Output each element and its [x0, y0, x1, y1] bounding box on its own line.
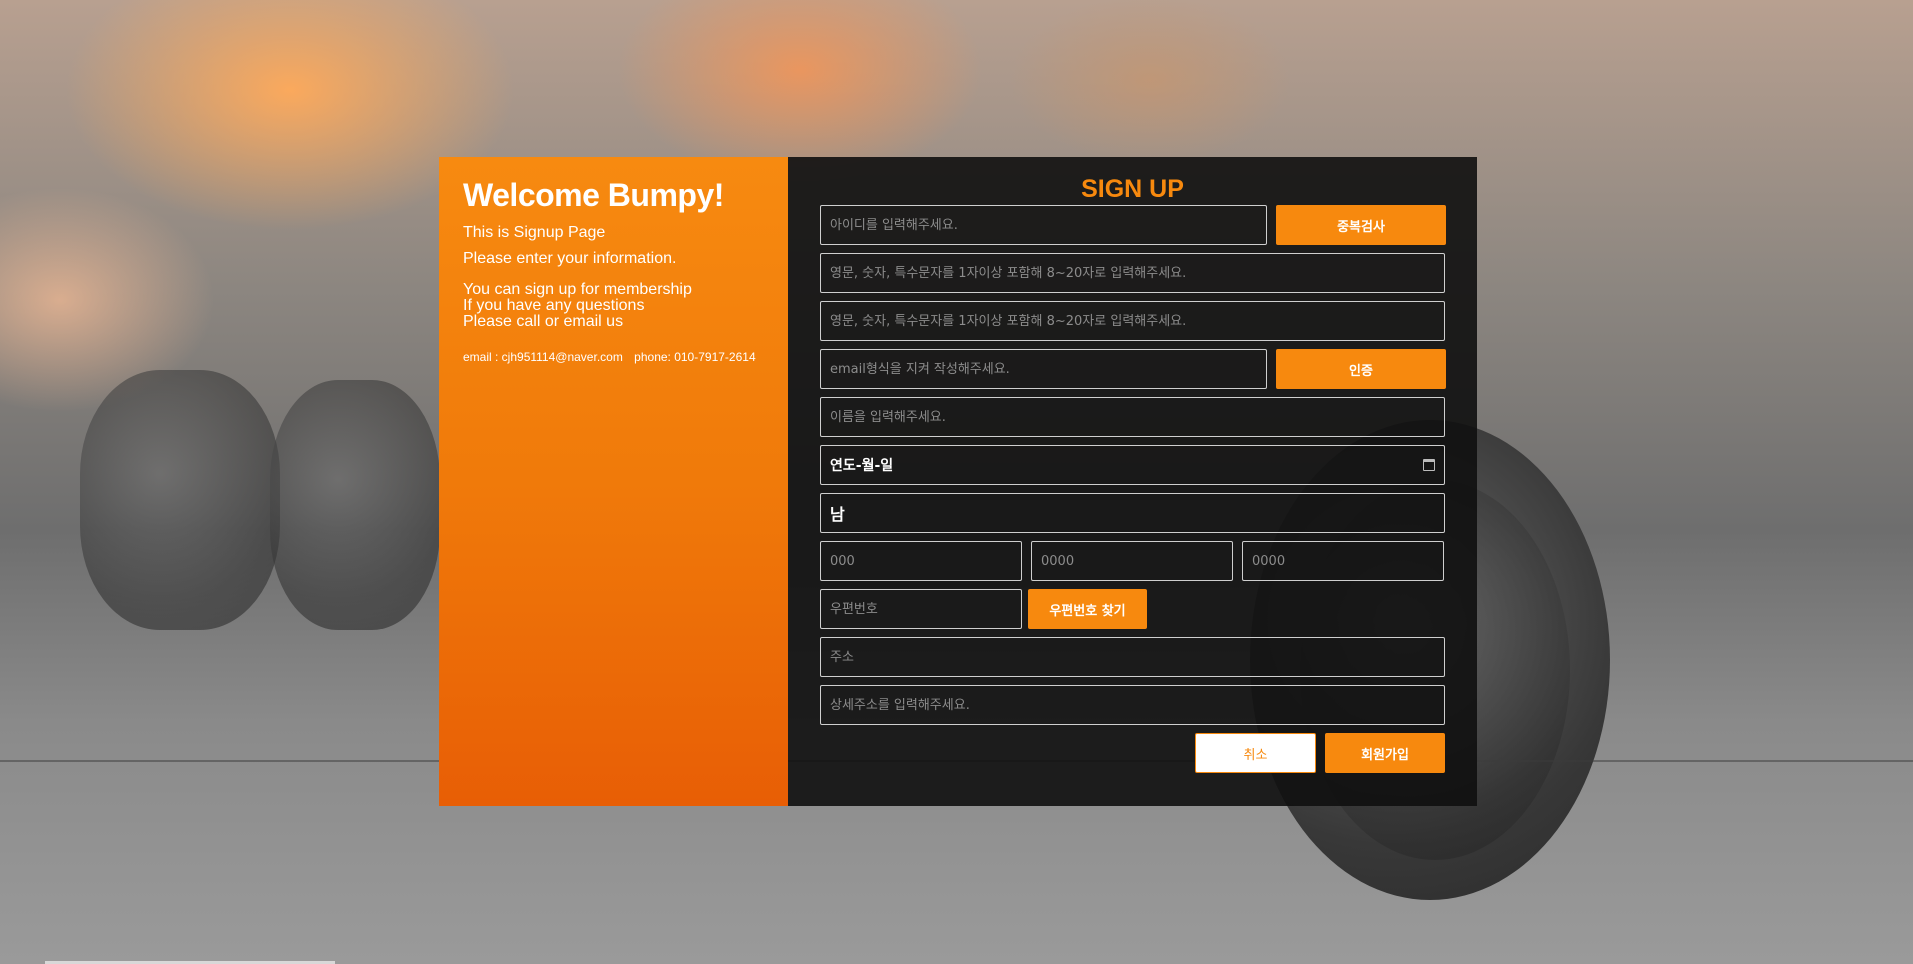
find-postcode-button[interactable]: 우편번호 찾기: [1028, 589, 1147, 629]
phone-part-1-input[interactable]: [820, 541, 1022, 581]
contact-info: email : cjh951114@naver.com phone: 010-7…: [463, 350, 788, 364]
cancel-button[interactable]: 취소: [1195, 733, 1316, 773]
password-confirm-row: [820, 301, 1445, 341]
password-confirm-input[interactable]: [820, 301, 1445, 341]
detail-address-row: [820, 685, 1445, 725]
duplicate-check-button[interactable]: 중복검사: [1276, 205, 1446, 245]
contact-phone: phone: 010-7917-2614: [634, 350, 756, 364]
email-row: 인증: [820, 349, 1446, 389]
help-line-2: If you have any questions: [463, 297, 645, 314]
id-input[interactable]: [820, 205, 1267, 245]
address-row: [820, 637, 1445, 677]
background-dumbbell-left: [80, 370, 280, 630]
signup-form-panel: SIGN UP 중복검사 인증 연도-월-일 남: [788, 157, 1477, 806]
id-row: 중복검사: [820, 205, 1446, 245]
detail-address-input[interactable]: [820, 685, 1445, 725]
birthdate-input[interactable]: 연도-월-일: [820, 445, 1445, 485]
background-dumbbell-left-2: [270, 380, 440, 630]
phone-part-3-input[interactable]: [1242, 541, 1444, 581]
postcode-input[interactable]: [820, 589, 1022, 629]
signup-page-text: This is Signup Page: [463, 224, 606, 241]
name-row: [820, 397, 1445, 437]
enter-info-text: Please enter your information.: [463, 250, 677, 267]
signup-title: SIGN UP: [1081, 175, 1184, 203]
help-line-1: You can sign up for membership: [463, 281, 692, 298]
name-input[interactable]: [820, 397, 1445, 437]
address-input[interactable]: [820, 637, 1445, 677]
email-verify-button[interactable]: 인증: [1276, 349, 1446, 389]
welcome-panel: Welcome Bumpy! This is Signup Page Pleas…: [439, 157, 788, 806]
calendar-icon[interactable]: [1423, 459, 1435, 471]
phone-row: [820, 541, 1445, 581]
contact-email: email : cjh951114@naver.com: [463, 350, 623, 364]
signup-submit-button[interactable]: 회원가입: [1325, 733, 1445, 773]
help-text-block: You can sign up for membership If you ha…: [463, 282, 788, 330]
welcome-title: Welcome Bumpy!: [463, 177, 724, 213]
help-line-3: Please call or email us: [463, 313, 624, 330]
phone-part-2-input[interactable]: [1031, 541, 1233, 581]
postcode-row: 우편번호 찾기: [820, 589, 1445, 629]
birthdate-value: 연도-월-일: [830, 458, 894, 474]
form-actions: 취소 회원가입: [820, 733, 1445, 773]
gender-value: 남: [830, 505, 845, 524]
email-input[interactable]: [820, 349, 1267, 389]
gender-row: 남: [820, 493, 1445, 533]
password-input[interactable]: [820, 253, 1445, 293]
password-row: [820, 253, 1445, 293]
gender-select[interactable]: 남: [820, 493, 1445, 533]
birthdate-row: 연도-월-일: [820, 445, 1445, 485]
signup-card: Welcome Bumpy! This is Signup Page Pleas…: [439, 157, 1477, 806]
